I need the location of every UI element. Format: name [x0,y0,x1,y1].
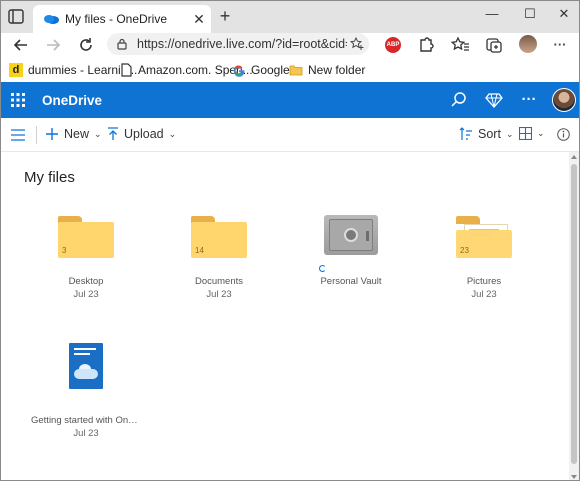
onedrive-cloud-icon [44,15,59,24]
chevron-down-icon: ⌄ [94,128,102,139]
navigation-bar: https://onedrive.live.com/?id=root&cid=8… [1,33,579,57]
browser-profile-avatar[interactable] [519,35,537,53]
new-button[interactable]: New ⌄ [45,127,102,141]
command-bar: New ⌄ Upload ⌄ Sort ⌄ ⌄ [1,118,579,152]
command-separator [36,126,37,144]
bookmark-label: New folder [308,63,366,77]
google-g-icon [233,65,245,77]
upload-label: Upload [124,127,164,141]
premium-diamond-icon[interactable] [485,91,503,109]
sort-icon [459,127,472,140]
close-window-button[interactable]: ✕ [550,5,578,25]
folder-tile-desktop[interactable]: 3 Desktop Jul 23 [31,214,141,300]
sort-button[interactable]: Sort ⌄ [459,127,513,141]
upload-arrow-icon [108,127,118,140]
tab-strip: My files - OneDrive ✕ + — ☐ ✕ [1,1,579,33]
info-icon[interactable] [557,128,570,141]
favorites-icon[interactable] [449,35,471,55]
view-options-button[interactable]: ⌄ [519,127,545,140]
folder-thumbnail: 23 [429,214,539,264]
dummies-d-icon: d [9,63,23,77]
adblock-extension-icon[interactable]: ABP [385,37,401,53]
url-text[interactable]: https://onedrive.live.com/?id=root&cid=8… [137,37,347,51]
refresh-icon[interactable] [76,35,96,55]
active-tab[interactable]: My files - OneDrive ✕ [33,5,211,33]
folder-thumbnail: 14 [164,214,274,264]
forward-icon[interactable] [43,35,63,55]
item-date: Jul 23 [73,289,99,300]
tab-close-icon[interactable]: ✕ [191,11,207,27]
pdf-document-icon [69,343,103,389]
tab-actions-icon[interactable] [7,8,27,26]
plus-icon [46,128,58,140]
onedrive-header: OneDrive ··· [1,82,579,118]
onedrive-brand[interactable]: OneDrive [42,93,102,108]
scroll-thumb[interactable] [571,164,577,464]
bookmark-new-folder[interactable]: New folder [289,62,365,78]
loading-spinner-icon [319,265,326,272]
scroll-up-icon[interactable] [571,154,577,160]
lock-icon[interactable] [117,38,127,50]
item-count: 14 [195,246,204,255]
files-view: My files 3 Desktop Jul 23 14 Documents J… [1,152,569,480]
bookmarks-bar: d dummies - Learnin... Amazon.com. Spen.… [1,58,579,82]
new-tab-button[interactable]: + [215,7,235,27]
collections-icon[interactable] [483,35,505,55]
search-icon[interactable] [450,91,468,109]
nav-menu-icon[interactable] [11,129,25,141]
chevron-down-icon: ⌄ [537,128,545,138]
folder-icon [289,65,303,76]
bookmark-google[interactable]: Google [232,62,290,78]
document-thumbnail [31,343,141,403]
address-bar[interactable]: https://onedrive.live.com/?id=root&cid=8… [107,33,369,55]
personal-vault-tile[interactable]: Personal Vault [296,214,406,287]
vault-thumbnail [296,214,406,264]
document-tile-getting-started[interactable]: Getting started with OneD... Jul 23 [31,343,141,439]
minimize-button[interactable]: — [478,5,506,25]
folder-thumbnail: 3 [31,214,141,264]
scroll-down-icon[interactable] [571,474,577,480]
page-icon [121,63,132,77]
browser-window: My files - OneDrive ✕ + — ☐ ✕ https://on… [0,0,580,481]
back-icon[interactable] [11,35,31,55]
item-date: Jul 23 [471,289,497,300]
page-title: My files [24,169,75,186]
new-label: New [64,127,90,141]
item-name[interactable]: Documents [164,276,274,287]
vertical-scrollbar[interactable] [569,152,579,480]
tab-title: My files - OneDrive [65,12,168,26]
item-name[interactable]: Getting started with OneD... [31,415,141,426]
grid-view-icon [519,127,532,140]
upload-button[interactable]: Upload ⌄ [107,127,176,141]
extensions-puzzle-icon[interactable] [415,35,437,55]
folder-tile-pictures[interactable]: 23 Pictures Jul 23 [429,214,539,300]
folder-icon: 23 [456,216,512,258]
item-count: 3 [62,246,67,255]
bookmark-label: Google [251,63,290,77]
item-name[interactable]: Pictures [429,276,539,287]
add-favorite-icon[interactable] [349,36,365,52]
item-name[interactable]: Desktop [31,276,141,287]
app-launcher-icon[interactable] [11,93,25,107]
vault-safe-icon [324,215,378,255]
more-icon[interactable]: ··· [520,91,538,109]
item-date: Jul 23 [206,289,232,300]
sort-label: Sort [478,127,501,141]
item-date: Jul 23 [73,428,99,439]
folder-icon: 14 [191,216,247,258]
maximize-button[interactable]: ☐ [516,5,544,25]
item-count: 23 [460,246,469,255]
account-avatar[interactable] [552,88,576,112]
folder-tile-documents[interactable]: 14 Documents Jul 23 [164,214,274,300]
chevron-down-icon: ⌄ [168,128,177,139]
item-name[interactable]: Personal Vault [296,276,406,287]
chevron-down-icon: ⌄ [505,128,514,139]
folder-icon: 3 [58,216,114,258]
browser-more-icon[interactable]: ··· [549,35,571,55]
